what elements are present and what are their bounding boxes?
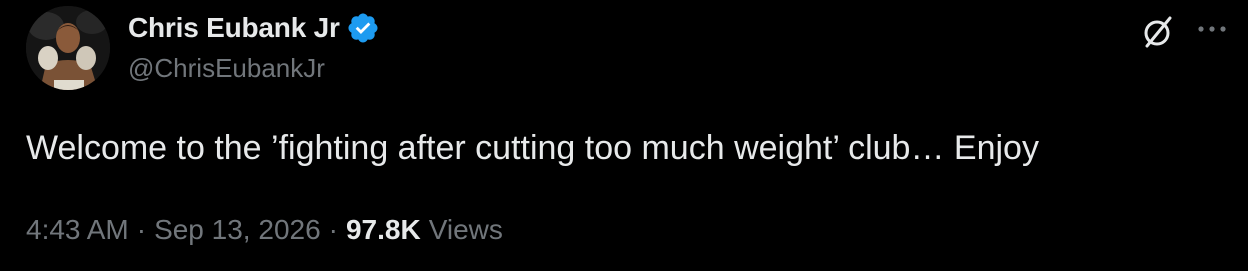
display-name[interactable]: Chris Eubank Jr xyxy=(128,10,340,46)
meta-separator: · xyxy=(328,214,338,245)
tweet-header: Chris Eubank Jr @ChrisEubankJr xyxy=(128,10,380,86)
verified-badge-icon[interactable] xyxy=(346,11,380,45)
name-row: Chris Eubank Jr xyxy=(128,10,380,46)
tweet-text: Welcome to the ’fighting after cutting t… xyxy=(26,129,1039,167)
tweet-card: Chris Eubank Jr @ChrisEubankJr Welcome t… xyxy=(0,0,1248,271)
more-ellipsis-icon[interactable] xyxy=(1192,14,1232,44)
tweet-time[interactable]: 4:43 AM xyxy=(26,208,129,252)
tweet-meta: 4:43 AM · Sep 13, 2026 · 97.8K Views xyxy=(26,208,503,252)
views-label: Views xyxy=(428,214,503,245)
views-count[interactable]: 97.8K xyxy=(346,208,421,252)
grok-slash-icon[interactable] xyxy=(1138,12,1178,52)
meta-separator: · xyxy=(136,214,147,245)
handle[interactable]: @ChrisEubankJr xyxy=(128,50,380,86)
tweet-date[interactable]: Sep 13, 2026 xyxy=(154,208,321,252)
avatar[interactable] xyxy=(26,6,110,90)
avatar-image xyxy=(26,6,110,90)
